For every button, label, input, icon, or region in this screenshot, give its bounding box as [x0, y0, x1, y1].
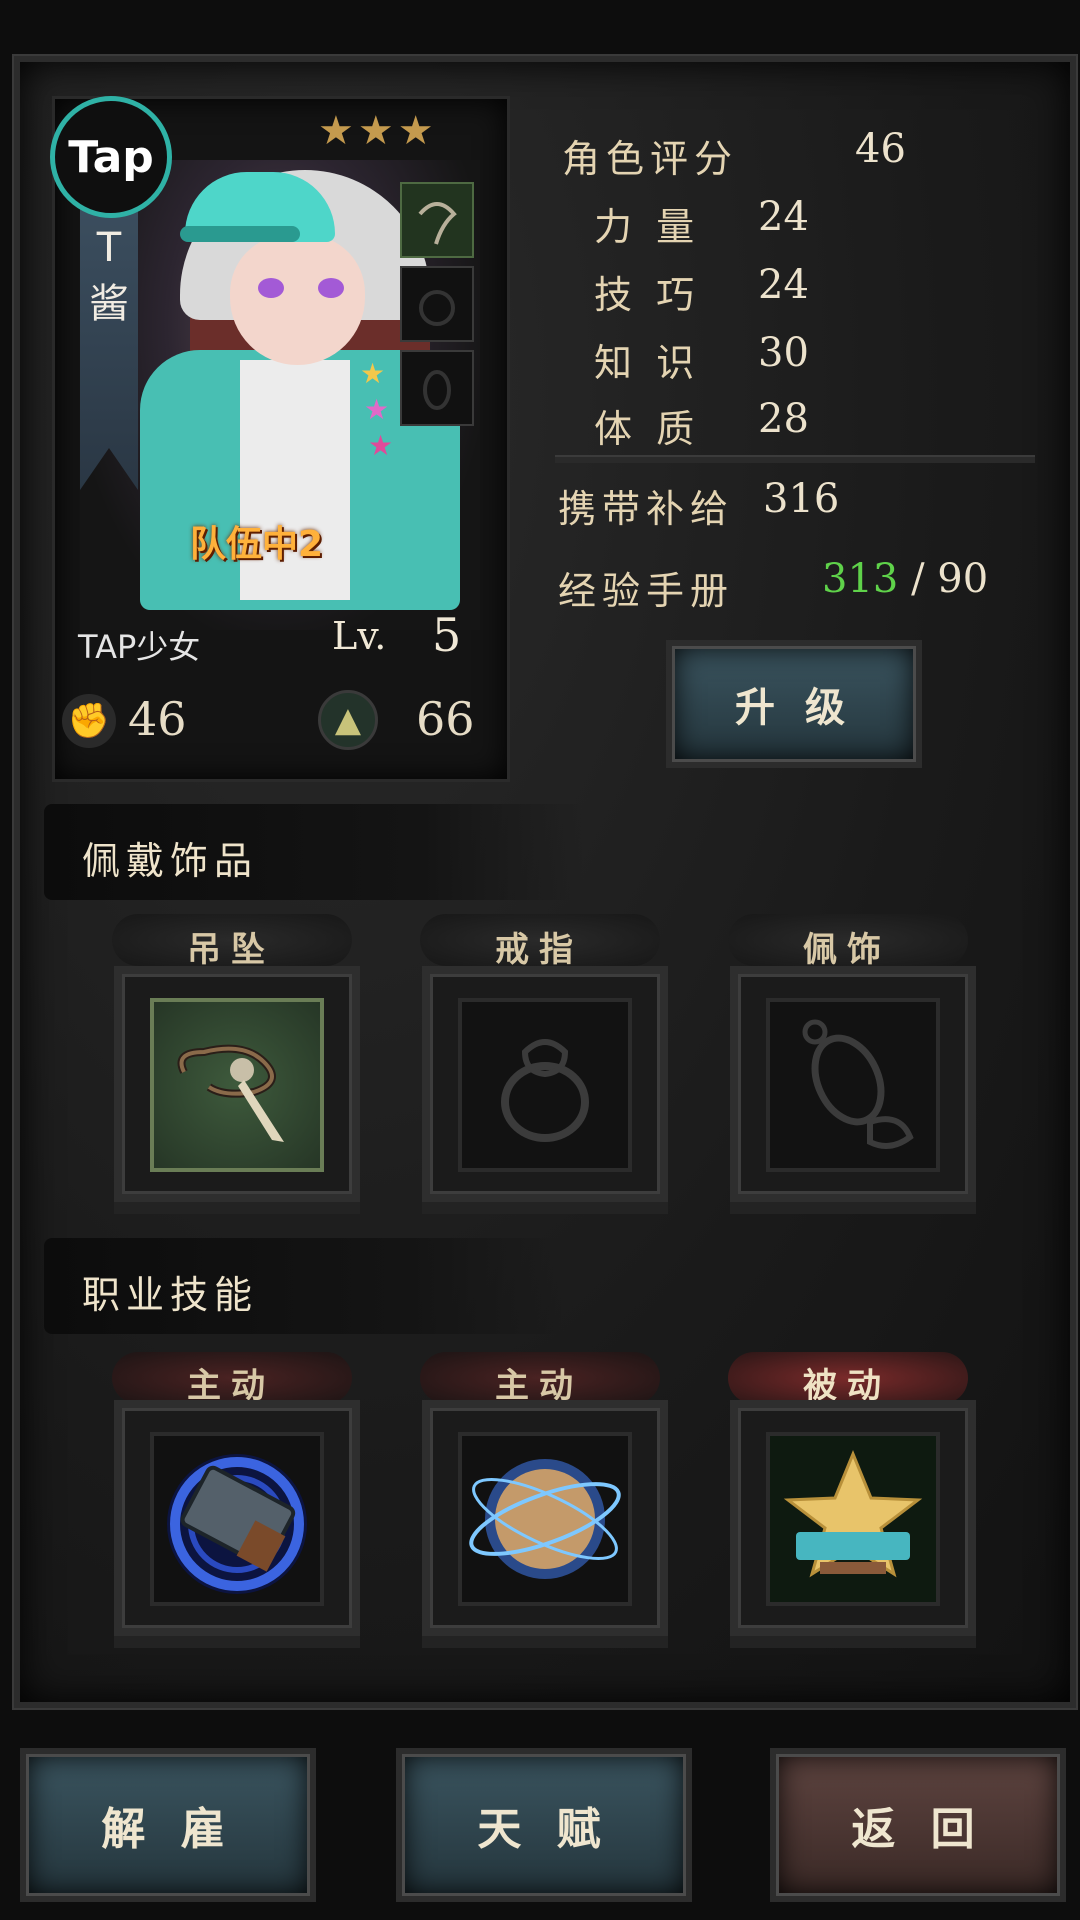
charm-slot-mini-icon	[400, 350, 474, 426]
pendant-slot[interactable]	[114, 966, 360, 1202]
taptap-star-skill-icon	[770, 1436, 936, 1602]
fist-icon: ✊	[62, 694, 116, 748]
portrait-face	[230, 235, 365, 365]
portrait-eye	[258, 278, 284, 298]
exp-current: 313	[822, 556, 899, 602]
ring-slot-label: 戒指	[495, 930, 583, 970]
knowledge-value: 30	[758, 330, 809, 376]
charm-slot-label: 佩饰	[803, 930, 891, 970]
charm-slot-frame	[766, 998, 940, 1172]
upgrade-button[interactable]: 升 级	[666, 640, 922, 768]
pendant-slot-label: 吊坠	[187, 930, 275, 970]
star-decoration-icon: ★	[364, 393, 390, 426]
rating-value: 46	[855, 126, 906, 172]
accessories-title: 佩戴饰品	[82, 839, 259, 883]
dismiss-button[interactable]: 解 雇	[20, 1748, 316, 1902]
stats-divider	[555, 455, 1035, 463]
supply-label: 携带补给	[558, 487, 735, 531]
character-name: TAP少女	[78, 628, 201, 666]
skill-slot[interactable]	[422, 1400, 668, 1636]
pendant-slot-frame	[150, 998, 324, 1172]
exp-value: 313 / 90	[822, 556, 988, 602]
strength-label: 力 量	[594, 205, 701, 249]
charm-icon	[802, 1019, 914, 1149]
attack-value: 46	[128, 692, 187, 746]
rating-label: 角色评分	[562, 137, 739, 181]
back-button[interactable]: 返 回	[770, 1748, 1066, 1902]
supply-value: 316	[763, 476, 840, 522]
constitution-value: 28	[758, 396, 809, 442]
strength-value: 24	[758, 194, 809, 240]
skill-frame	[150, 1432, 324, 1606]
exp-separator: /	[898, 556, 938, 602]
pendant-icon	[177, 1044, 284, 1142]
ring-icon	[501, 1039, 589, 1142]
skills-title: 职业技能	[82, 1273, 259, 1317]
level-label: Lv.	[332, 614, 387, 658]
exp-label: 经验手册	[558, 569, 735, 613]
globe-skill-icon	[469, 1459, 621, 1579]
tap-logo: Tap	[50, 96, 172, 218]
charm-slot[interactable]	[730, 966, 976, 1202]
star-decoration-icon: ★	[360, 357, 386, 390]
skill-label: 技 巧	[594, 273, 701, 317]
drop-icon: ▲	[318, 690, 378, 750]
ring-slot[interactable]	[422, 966, 668, 1202]
level-value: 5	[432, 608, 462, 662]
team-status-tag: 队伍中2	[190, 524, 324, 565]
star-decoration-icon: ★	[368, 429, 394, 462]
skill-slot[interactable]	[730, 1400, 976, 1636]
skill-slot[interactable]	[114, 1400, 360, 1636]
portrait-eye	[318, 278, 344, 298]
rarity-stars: ★★★	[318, 108, 438, 154]
defense-value: 66	[416, 692, 475, 746]
exp-required: 90	[937, 556, 989, 602]
knowledge-label: 知 识	[594, 341, 701, 385]
skill-frame	[766, 1432, 940, 1606]
skill-frame	[458, 1432, 632, 1606]
ring-slot-mini-icon	[400, 266, 474, 342]
character-name-vertical: T 酱	[89, 225, 129, 327]
skill-value: 24	[758, 262, 809, 308]
portrait-cap-brim	[180, 226, 300, 242]
equipped-pendant-mini-icon	[400, 182, 474, 258]
ring-slot-frame	[458, 998, 632, 1172]
talent-button[interactable]: 天 赋	[396, 1748, 692, 1902]
taptap-card-skill-icon	[167, 1454, 307, 1594]
constitution-label: 体 质	[594, 407, 701, 451]
